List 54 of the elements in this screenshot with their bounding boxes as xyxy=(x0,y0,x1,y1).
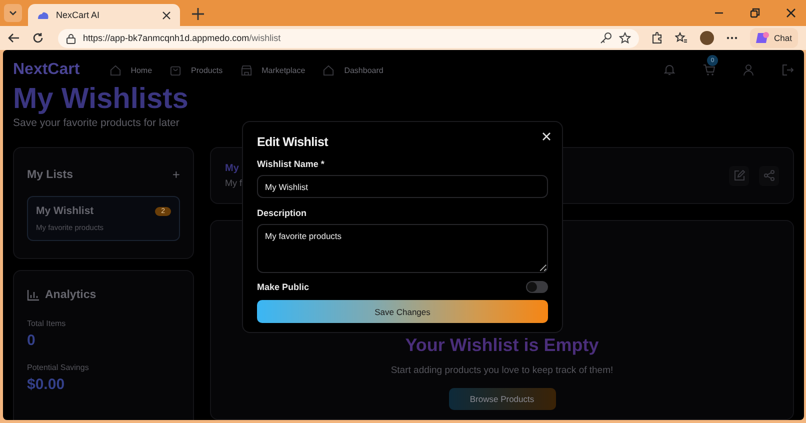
browse-products-button[interactable]: Browse Products xyxy=(448,388,556,410)
close-icon[interactable] xyxy=(786,8,796,18)
share-icon xyxy=(764,170,774,181)
dialog-title: Edit Wishlist xyxy=(257,135,330,149)
stat-label: Potential Savings xyxy=(27,363,90,372)
lock-icon xyxy=(66,32,76,44)
favorites-icon[interactable] xyxy=(675,32,688,44)
house-icon xyxy=(323,64,334,76)
field-label: Description xyxy=(257,208,308,218)
browser-tab[interactable]: NexCart AI xyxy=(28,4,180,26)
new-tab-icon[interactable] xyxy=(192,8,204,20)
cloud-icon xyxy=(37,10,49,20)
edit-icon xyxy=(734,170,744,181)
save-changes-button[interactable]: Save Changes xyxy=(257,300,548,323)
key-icon[interactable] xyxy=(600,32,612,44)
wishlist-name: My Wishlist xyxy=(36,205,94,217)
chevron-down-icon xyxy=(8,8,18,18)
nav-link[interactable]: Home xyxy=(110,64,152,76)
empty-state-title: Your Wishlist is Empty xyxy=(405,335,599,356)
card-title: Analytics xyxy=(45,289,96,301)
nav-link[interactable]: Dashboard xyxy=(323,64,384,76)
restore-icon[interactable] xyxy=(750,8,760,18)
wishlist-description: My f xyxy=(225,178,242,188)
card-title: My Lists xyxy=(27,168,74,180)
stat-value: $0.00 xyxy=(27,376,66,393)
stat-value: 0 xyxy=(27,332,36,349)
house-icon xyxy=(110,64,121,76)
bar-chart-icon xyxy=(27,290,39,300)
wishlist-name-input[interactable]: My Wishlist xyxy=(257,175,548,198)
page-subtitle: Save your favorite products for later xyxy=(13,117,180,129)
field-label: Wishlist Name * xyxy=(257,159,326,169)
description-textarea[interactable]: My favorite products xyxy=(257,224,548,273)
nav-link[interactable]: Products xyxy=(170,64,223,76)
more-icon[interactable] xyxy=(726,36,738,40)
stat-label: Total Items xyxy=(27,319,67,328)
address-field[interactable]: https://app-bk7anmcqnh1d.appmedo.com/wishlist xyxy=(58,28,640,48)
nav-link[interactable]: Marketplace xyxy=(240,64,306,76)
profile-avatar[interactable] xyxy=(700,31,714,45)
public-toggle[interactable] xyxy=(526,281,548,293)
wishlist-name: My xyxy=(225,163,240,174)
chat-button[interactable]: Chat xyxy=(750,28,798,48)
field-label: Make Public xyxy=(257,282,310,292)
extensions-icon[interactable] xyxy=(651,32,664,44)
store-icon xyxy=(240,64,252,76)
add-list-button[interactable]: + xyxy=(172,167,180,182)
chat-logo-icon xyxy=(756,31,770,45)
star-icon[interactable] xyxy=(619,32,632,44)
tab-list-button[interactable] xyxy=(4,4,22,22)
reload-icon[interactable] xyxy=(32,32,44,44)
empty-state-text: Start adding products you love to keep track of them! xyxy=(390,365,614,376)
back-icon[interactable] xyxy=(8,32,20,44)
close-icon[interactable] xyxy=(162,10,171,20)
page-title: My Wishlists xyxy=(13,84,190,114)
bag-icon xyxy=(170,64,182,76)
